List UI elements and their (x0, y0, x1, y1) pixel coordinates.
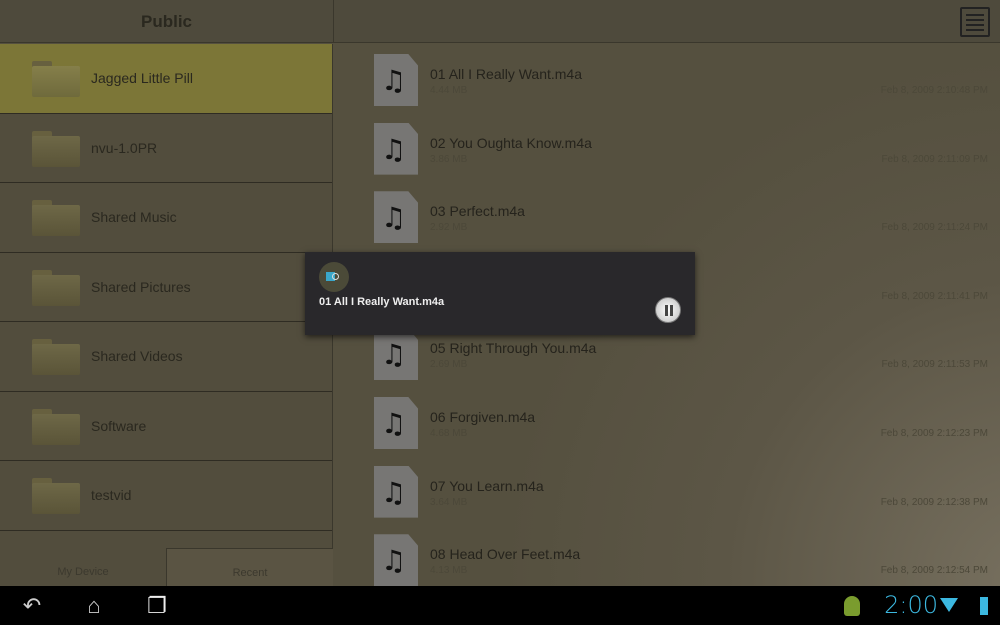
folder-icon (32, 61, 80, 97)
folder-name: Shared Music (91, 209, 177, 225)
file-name: 05 Right Through You.m4a (430, 340, 597, 357)
folder-item[interactable]: Shared Pictures (0, 253, 332, 322)
folder-icon (32, 130, 80, 167)
file-row[interactable]: ♫ 07 You Learn.m4a 3.64 MB Feb 8, 2009 2:12… (334, 456, 1000, 525)
folder-name: Shared Videos (91, 348, 183, 364)
file-name: 02 You Oughta Know.m4a (430, 134, 592, 151)
file-row[interactable]: ♫ 01 All I Really Want.m4a 4.44 MB Feb 8, 2… (334, 44, 1000, 113)
file-row[interactable]: ♫ 02 You Oughta Know.m4a 3.86 MB Feb 8, 200… (334, 113, 1000, 182)
folder-icon (32, 478, 80, 514)
file-date: Feb 8, 2009 2:12:38 PM (880, 496, 988, 508)
tab-recent[interactable]: Recent (166, 548, 333, 586)
file-row[interactable]: ♫ 03 Perfect.m4a 2.92 MB Feb 8, 2009 2:11:2… (334, 181, 1000, 250)
file-date: Feb 8, 2009 2:11:41 PM (881, 290, 988, 302)
bottom-tabs: My Device Recent (0, 548, 333, 586)
folder-list: Jagged Little Pill nvu-1.0PR Shared Music S… (0, 44, 333, 586)
file-name: 07 You Learn.m4a (430, 477, 544, 494)
file-row[interactable]: ♫ 08 Head Over Feet.m4a 4.13 MB Feb 8, 2009… (334, 524, 1000, 593)
music-file-icon: ♫ (374, 397, 418, 449)
header: Public (0, 0, 1000, 43)
now-playing-title: 01 All I Really Want.m4a (319, 296, 445, 308)
folder-name: Shared Pictures (91, 278, 191, 295)
file-date: Feb 8, 2009 2:12:23 PM (880, 428, 988, 439)
folder-icon (32, 269, 80, 306)
pause-button[interactable] (655, 297, 681, 323)
music-file-icon: ♫ (374, 328, 418, 381)
system-navbar: ↶ ⌂ ❐ 2:00 (0, 586, 1000, 625)
folder-icon (32, 408, 80, 445)
file-date: Feb 8, 2009 2:11:09 PM (881, 153, 988, 165)
file-name: 08 Head Over Feet.m4a (430, 546, 581, 563)
folder-item[interactable]: testvid (0, 461, 332, 531)
folder-name: Jagged Little Pill (91, 70, 193, 86)
music-file-icon: ♫ (374, 54, 418, 106)
file-row[interactable]: ♫ 06 Forgiven.m4a 4.68 MB Feb 8, 2009 2:12:… (334, 387, 1000, 456)
music-player-icon (319, 262, 349, 292)
file-name: 03 Perfect.m4a (430, 203, 525, 220)
tab-my-device[interactable]: My Device (0, 548, 166, 586)
file-name: 01 All I Really Want.m4a (430, 66, 582, 82)
divider (333, 0, 334, 43)
file-size: 4.13 MB (430, 565, 468, 577)
file-size: 2.92 MB (430, 222, 468, 234)
list-view-icon[interactable] (960, 7, 990, 37)
file-size: 4.68 MB (430, 428, 468, 439)
file-size: 3.64 MB (430, 496, 468, 508)
folder-name: testvid (91, 487, 132, 503)
android-notification-icon[interactable] (844, 596, 860, 616)
file-size: 3.86 MB (430, 153, 468, 165)
clock[interactable]: 2:00 (884, 586, 938, 625)
file-date: Feb 8, 2009 2:11:53 PM (881, 359, 988, 371)
folder-name: nvu-1.0PR (91, 139, 158, 156)
folder-item[interactable]: Shared Videos (0, 322, 332, 392)
folder-item[interactable]: nvu-1.0PR (0, 114, 332, 183)
folder-name: Software (91, 417, 147, 434)
file-date: Feb 8, 2009 2:10:48 PM (880, 85, 988, 96)
page-title: Public (140, 12, 192, 31)
folder-icon (32, 339, 80, 375)
recent-apps-icon[interactable]: ❐ (135, 586, 179, 625)
battery-icon (980, 597, 988, 615)
now-playing-popup[interactable]: 01 All I Really Want.m4a (305, 252, 695, 335)
music-file-icon: ♫ (374, 534, 418, 587)
folder-icon (32, 200, 80, 236)
wifi-icon (940, 598, 958, 612)
file-size: 2.69 MB (430, 359, 468, 371)
file-date: Feb 8, 2009 2:12:54 PM (880, 565, 988, 577)
music-file-icon: ♫ (374, 191, 418, 244)
file-name: 06 Forgiven.m4a (430, 409, 536, 425)
file-size: 4.44 MB (430, 85, 468, 96)
folder-item[interactable]: Jagged Little Pill (0, 44, 332, 114)
back-icon[interactable]: ↶ (10, 586, 54, 625)
music-file-icon: ♫ (374, 122, 418, 175)
folder-item[interactable]: Software (0, 392, 332, 461)
folder-item[interactable]: Shared Music (0, 183, 332, 253)
home-icon[interactable]: ⌂ (72, 586, 116, 625)
music-file-icon: ♫ (374, 465, 418, 518)
file-date: Feb 8, 2009 2:11:24 PM (881, 222, 988, 234)
